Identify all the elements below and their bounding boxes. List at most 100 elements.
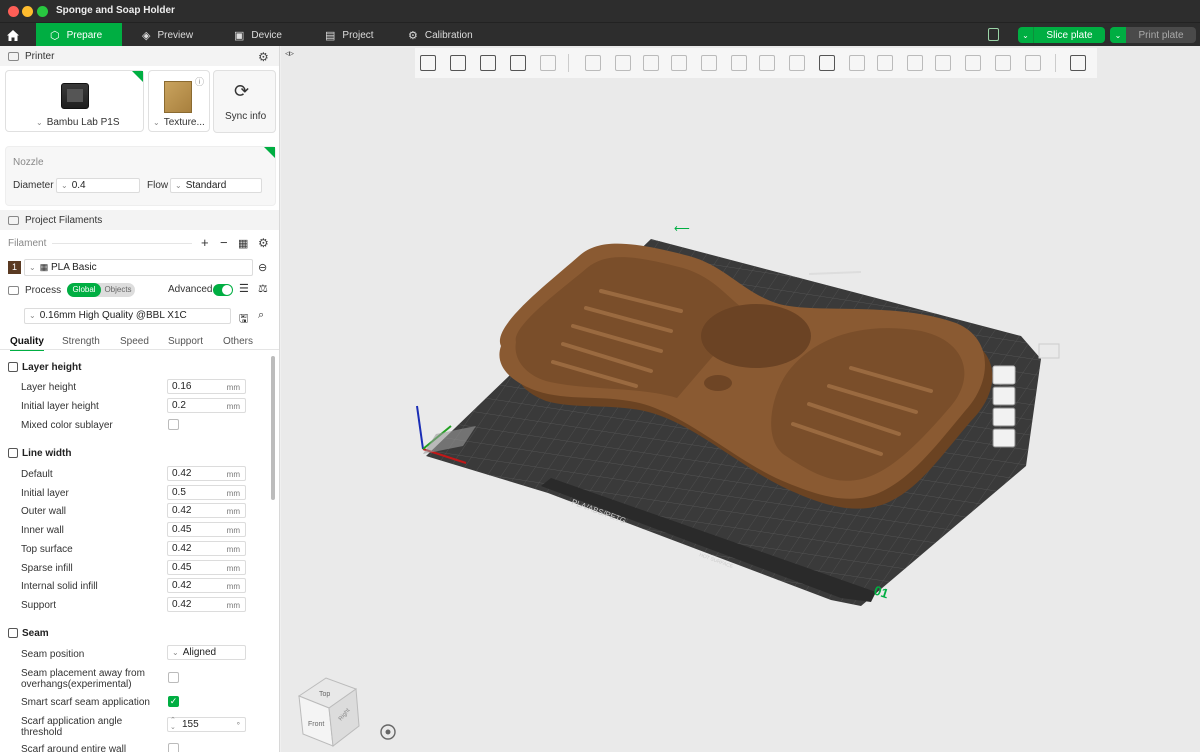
- line-width-value: 0.45: [172, 561, 192, 573]
- plate-lock-icon[interactable]: [992, 407, 1016, 427]
- sync-info-button[interactable]: ⟳ Sync info: [213, 70, 276, 133]
- home-button[interactable]: [0, 23, 26, 47]
- diameter-select[interactable]: ⌄ 0.4: [56, 178, 140, 193]
- line-width-initial-layer-input[interactable]: 0.5 mm: [167, 484, 246, 500]
- smart-scarf-label: Smart scarf seam application: [21, 697, 150, 708]
- settings-scrollbar[interactable]: [271, 356, 275, 500]
- tab-support[interactable]: Support: [168, 336, 203, 347]
- filament-index-badge[interactable]: 1: [8, 261, 21, 274]
- gear-icon[interactable]: ⚙: [258, 236, 269, 250]
- chevron-down-icon: ⌄: [29, 263, 36, 272]
- zoom-fit-icon[interactable]: [380, 724, 396, 740]
- list-icon[interactable]: ☰: [239, 282, 249, 295]
- plate-arrow-icon: ⟵: [674, 223, 690, 235]
- filaments-section-header: Project Filaments: [0, 210, 279, 230]
- tab-calibration[interactable]: ⚙ Calibration: [394, 23, 494, 47]
- chevron-down-icon[interactable]: ⌄: [1110, 27, 1126, 43]
- unit-label: mm: [226, 507, 240, 517]
- tab-device[interactable]: ▣ Device: [220, 23, 306, 47]
- advanced-switch[interactable]: [213, 284, 233, 296]
- mixed-color-checkbox[interactable]: [168, 419, 179, 430]
- info-icon[interactable]: ⓘ: [195, 75, 204, 88]
- compare-icon[interactable]: ⚖: [258, 282, 268, 295]
- plate-thumbnail: [164, 81, 192, 113]
- slice-plate-button[interactable]: ⌄ Slice plate: [1018, 27, 1105, 43]
- chevron-down-icon[interactable]: ⌄: [1018, 27, 1034, 43]
- line-width-internal-solid-infill-input[interactable]: 0.42 mm: [167, 578, 246, 594]
- view-cube[interactable]: Top Front Right: [297, 677, 360, 747]
- seam-position-select[interactable]: ⌄ Aligned: [167, 645, 246, 660]
- chevron-down-icon: ⌄: [61, 181, 68, 190]
- unit-label: mm: [226, 488, 240, 498]
- nozzle-card: Nozzle Diameter ⌄ 0.4 Flow ⌄ Standard: [5, 146, 276, 206]
- plate-card[interactable]: ⓘ ⌄ Texture...: [148, 70, 210, 132]
- calibration-icon: ⚙: [408, 29, 418, 42]
- filament-edit-icon[interactable]: ▦: [238, 237, 248, 250]
- minimize-window-button[interactable]: [22, 6, 33, 17]
- printer-select[interactable]: ⌄ Bambu Lab P1S: [36, 117, 120, 128]
- slice-label: Slice plate: [1046, 29, 1093, 41]
- cube-top-label: Top: [319, 691, 330, 698]
- scarf-around-label: Scarf around entire wall: [21, 744, 127, 752]
- plate-settings-icon[interactable]: [992, 428, 1016, 448]
- tab-strength[interactable]: Strength: [62, 336, 100, 347]
- process-preset-select[interactable]: ⌄ 0.16mm High Quality @BBL X1C: [24, 308, 231, 324]
- close-window-button[interactable]: [8, 6, 19, 17]
- global-objects-toggle[interactable]: Global Objects: [67, 283, 135, 297]
- objects-segment[interactable]: Objects: [101, 283, 135, 297]
- tab-prepare[interactable]: ⬡ Prepare: [36, 23, 122, 47]
- line-width-value: 0.45: [172, 524, 192, 536]
- line-width-default-input[interactable]: 0.42 mm: [167, 466, 246, 481]
- remove-filament-icon[interactable]: ⊖: [258, 261, 267, 274]
- line-width-title: Line width: [22, 448, 72, 459]
- notes-icon[interactable]: [988, 28, 999, 41]
- flow-value: Standard: [185, 180, 227, 191]
- tab-label: Calibration: [424, 29, 473, 41]
- layer-height-input[interactable]: 0.16 mm: [167, 379, 246, 394]
- filament-label: Filament: [8, 238, 47, 249]
- line-width-top-surface-input[interactable]: 0.42 mm: [167, 540, 246, 556]
- line-width-support-label: Support: [21, 599, 57, 611]
- filament-select[interactable]: ⌄ ▦ PLA Basic: [24, 259, 253, 276]
- save-icon[interactable]: 🖫: [239, 310, 248, 329]
- plate-arrange-icon[interactable]: [992, 365, 1016, 385]
- tab-speed[interactable]: Speed: [120, 336, 149, 347]
- plate-close-icon[interactable]: [1038, 343, 1060, 359]
- line-width-inner-wall-input[interactable]: 0.45 mm: [167, 522, 246, 538]
- print-plate-button[interactable]: ⌄ Print plate: [1110, 27, 1196, 43]
- filament-type-icon: ▦: [39, 262, 49, 272]
- scarf-around-checkbox[interactable]: [168, 743, 179, 752]
- flow-select[interactable]: ⌄ Standard: [170, 178, 262, 193]
- initial-layer-height-input[interactable]: 0.2 mm: [167, 398, 246, 413]
- filament-icon: [8, 215, 19, 225]
- line-width-outer-wall-input[interactable]: 0.42 mm: [167, 503, 246, 519]
- line-width-support-input[interactable]: 0.42 mm: [167, 596, 246, 612]
- add-icon[interactable]: +: [201, 235, 209, 250]
- unit-label: mm: [226, 600, 240, 610]
- tab-others[interactable]: Others: [223, 336, 253, 347]
- seam-away-checkbox[interactable]: [168, 672, 179, 683]
- seam-away-label: Seam placement away from overhangs(exper…: [21, 668, 145, 690]
- line-width-value: 0.42: [172, 505, 192, 517]
- search-icon[interactable]: ⌕: [258, 309, 264, 322]
- unit-label: mm: [226, 563, 240, 573]
- tab-preview[interactable]: ◈ Preview: [128, 23, 214, 47]
- zoom-window-button[interactable]: [37, 6, 48, 17]
- line-width-sparse-infill-input[interactable]: 0.45 mm: [167, 559, 246, 575]
- unit-label: mm: [226, 582, 240, 592]
- stepper-icon[interactable]: ⌃ ⌄: [170, 717, 176, 731]
- seam-position-label: Seam position: [21, 649, 85, 660]
- unit-label: mm: [226, 383, 240, 392]
- global-segment[interactable]: Global: [67, 283, 101, 297]
- tab-project[interactable]: ▤ Project: [311, 23, 397, 47]
- gear-icon[interactable]: ⚙: [258, 50, 269, 64]
- scarf-angle-input[interactable]: ⌃ ⌄ 155 °: [167, 717, 246, 732]
- plate-orient-icon[interactable]: [992, 386, 1016, 406]
- smart-scarf-checkbox[interactable]: ✓: [168, 696, 179, 707]
- remove-icon[interactable]: −: [220, 235, 228, 250]
- printer-card[interactable]: ⌄ Bambu Lab P1S: [5, 70, 144, 132]
- chevron-down-icon: ⌄: [175, 181, 182, 190]
- plate-select[interactable]: ⌄ Texture...: [153, 117, 205, 128]
- cube-icon: ⬡: [50, 29, 60, 42]
- tab-label: Preview: [157, 29, 194, 41]
